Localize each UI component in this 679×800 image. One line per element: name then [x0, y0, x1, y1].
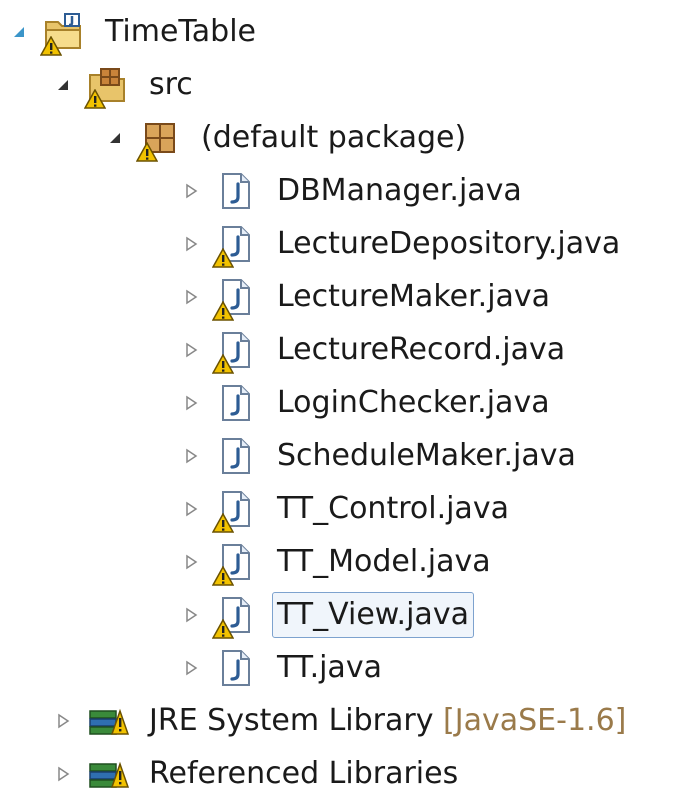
collapsed-triangle-icon[interactable] [180, 657, 202, 679]
collapsed-triangle-icon[interactable] [180, 604, 202, 626]
tree-item-java-file[interactable]: TT_Control.java [180, 483, 514, 535]
tree-item-label: LectureRecord.java [277, 332, 566, 367]
tree-item-label: LoginChecker.java [277, 385, 550, 420]
tree-item-label: LectureMaker.java [277, 279, 551, 314]
tree-item-java-file[interactable]: LectureDepository.java [180, 218, 625, 270]
collapsed-triangle-icon[interactable] [52, 710, 74, 732]
tree-item-label: ScheduleMaker.java [277, 438, 576, 473]
java-project-folder-icon [40, 10, 86, 56]
project-explorer-tree: TimeTable src (default package) DBManage… [0, 0, 679, 791]
tree-item-label: (default package) [201, 120, 467, 155]
java-file-icon [212, 593, 258, 639]
collapsed-triangle-icon[interactable] [52, 763, 74, 785]
java-file-icon [214, 169, 258, 213]
collapsed-triangle-icon[interactable] [180, 180, 202, 202]
expanded-triangle-icon[interactable] [8, 21, 30, 43]
tree-item-label: DBManager.java [277, 173, 522, 208]
tree-item-label: TimeTable [105, 14, 256, 49]
tree-item-java-file[interactable]: TT_Model.java [180, 536, 496, 588]
tree-item-java-file[interactable]: LectureMaker.java [180, 271, 555, 323]
java-file-icon [212, 487, 258, 533]
tree-item-referenced-libraries[interactable]: Referenced Libraries [52, 748, 463, 800]
java-file-icon [212, 222, 258, 268]
tree-item-label: Referenced Libraries [149, 756, 459, 791]
tree-item-label: src [149, 67, 193, 102]
expanded-triangle-icon[interactable] [52, 74, 74, 96]
tree-item-label: LectureDepository.java [277, 226, 621, 261]
tree-item-java-file[interactable]: ScheduleMaker.java [180, 430, 581, 482]
java-file-icon [212, 275, 258, 321]
tree-item-java-file[interactable]: DBManager.java [180, 165, 527, 217]
tree-item-label: TT_View.java [272, 592, 474, 638]
tree-item-default-package[interactable]: (default package) [104, 112, 471, 164]
tree-item-label: JRE System Library [JavaSE-1.6] [149, 703, 627, 738]
collapsed-triangle-icon[interactable] [180, 445, 202, 467]
source-folder-icon [84, 63, 130, 109]
tree-item-java-file[interactable]: LectureRecord.java [180, 324, 570, 376]
tree-item-label: TT_Model.java [277, 544, 491, 579]
library-icon [86, 699, 130, 743]
java-file-icon [214, 434, 258, 478]
library-icon [86, 752, 130, 796]
tree-item-java-file[interactable]: TT.java [180, 642, 387, 694]
collapsed-triangle-icon[interactable] [180, 498, 202, 520]
java-file-icon [212, 540, 258, 586]
tree-item-java-file[interactable]: LoginChecker.java [180, 377, 555, 429]
tree-item-jre-system-library[interactable]: JRE System Library [JavaSE-1.6] [52, 695, 631, 747]
tree-item-label: TT_Control.java [277, 491, 509, 526]
jre-version-suffix: [JavaSE-1.6] [443, 703, 627, 738]
collapsed-triangle-icon[interactable] [180, 392, 202, 414]
collapsed-triangle-icon[interactable] [180, 233, 202, 255]
tree-item-project[interactable]: TimeTable [8, 6, 261, 58]
java-file-icon [214, 381, 258, 425]
collapsed-triangle-icon[interactable] [180, 286, 202, 308]
tree-item-label: TT.java [277, 650, 382, 685]
collapsed-triangle-icon[interactable] [180, 339, 202, 361]
package-icon [136, 116, 182, 162]
collapsed-triangle-icon[interactable] [180, 551, 202, 573]
java-file-icon [212, 328, 258, 374]
tree-item-java-file[interactable]: TT_View.java [180, 589, 474, 641]
java-file-icon [214, 646, 258, 690]
expanded-triangle-icon[interactable] [104, 127, 126, 149]
tree-item-src[interactable]: src [52, 59, 198, 111]
